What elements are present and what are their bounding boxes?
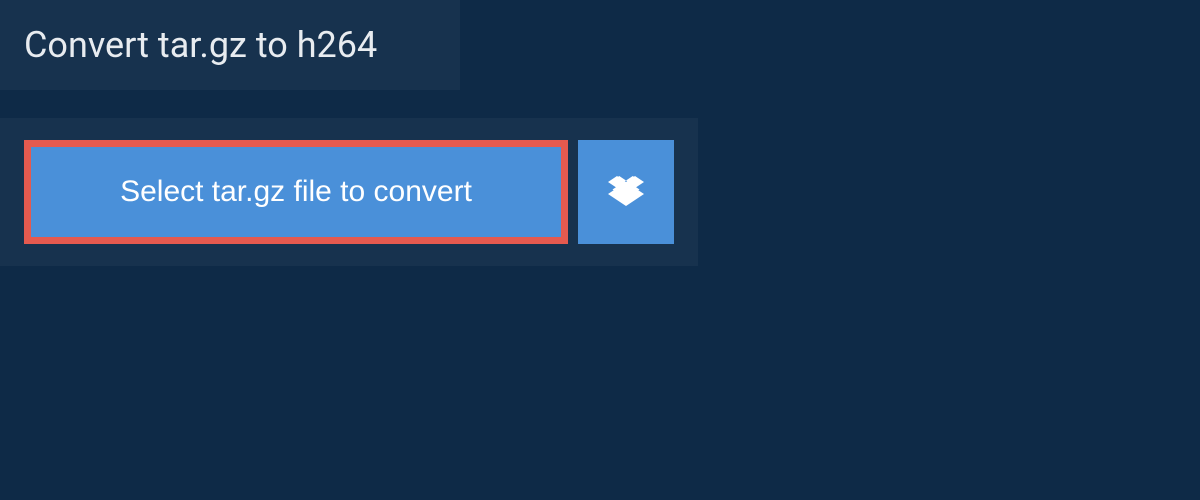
header-tab: Convert tar.gz to h264	[0, 0, 460, 90]
dropbox-icon	[608, 173, 644, 212]
dropbox-button[interactable]	[578, 140, 674, 244]
page-title: Convert tar.gz to h264	[24, 24, 420, 66]
select-file-button[interactable]: Select tar.gz file to convert	[24, 140, 568, 244]
select-file-label: Select tar.gz file to convert	[120, 175, 472, 209]
upload-panel: Select tar.gz file to convert	[0, 118, 698, 266]
